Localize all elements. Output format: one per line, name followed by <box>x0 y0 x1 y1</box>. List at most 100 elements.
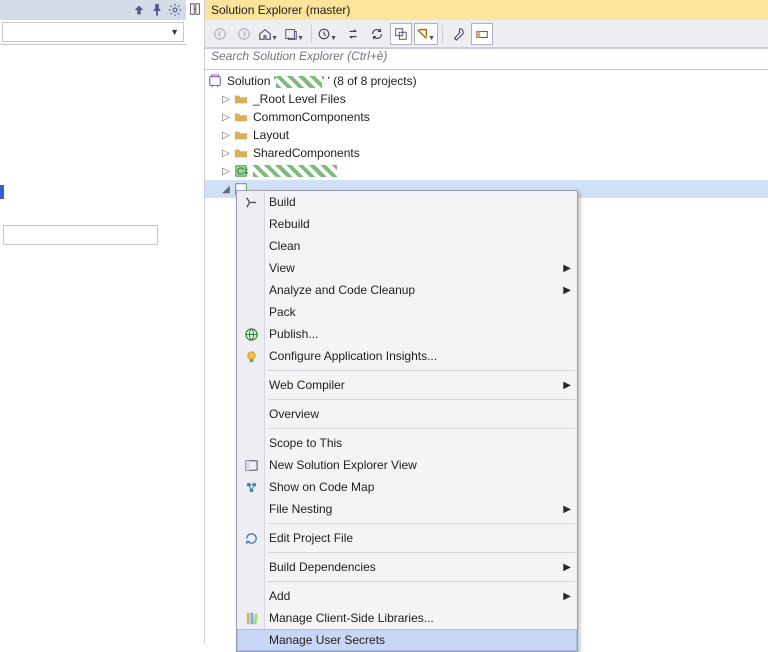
chevron-down-icon: ▼ <box>170 27 179 37</box>
menu-item-publish[interactable]: Publish... <box>237 323 577 345</box>
edit-icon <box>242 529 260 547</box>
collapse-icon[interactable] <box>132 3 146 17</box>
menu-item-label: Configure Application Insights... <box>269 349 437 363</box>
pending-changes-button[interactable] <box>316 23 340 45</box>
menu-item-manage-client-side-libraries[interactable]: Manage Client-Side Libraries... <box>237 607 577 629</box>
gear-icon[interactable] <box>168 3 182 17</box>
solution-icon <box>207 73 223 89</box>
menu-item-add[interactable]: Add ▶ <box>237 585 577 607</box>
left-tool-strip <box>0 0 186 20</box>
project-node[interactable]: ▷ SharedComponents <box>205 144 768 162</box>
menu-item-label: Clean <box>269 239 300 253</box>
project-label: _Root Level Files <box>253 92 346 106</box>
svg-text:C#: C# <box>237 166 248 178</box>
menu-item-label: Show on Code Map <box>269 480 374 494</box>
menu-separator <box>267 552 575 553</box>
search-box[interactable] <box>205 48 768 70</box>
menu-item-analyze-and-code-cleanup[interactable]: Analyze and Code Cleanup▶ <box>237 279 577 301</box>
menu-separator <box>267 399 575 400</box>
project-node[interactable]: ▷ Layout <box>205 126 768 144</box>
properties-button[interactable] <box>447 23 469 45</box>
map-icon <box>242 478 260 496</box>
csproj-icon: C# <box>233 163 249 179</box>
menu-item-file-nesting[interactable]: File Nesting▶ <box>237 498 577 520</box>
switch-view-button[interactable] <box>283 23 307 45</box>
expander-icon[interactable]: ▷ <box>219 94 233 105</box>
solution-label: Solution '' ' (8 of 8 projects) <box>227 74 417 88</box>
forward-button[interactable] <box>233 23 255 45</box>
refresh-button[interactable] <box>366 23 388 45</box>
preview-button[interactable] <box>471 23 493 45</box>
menu-separator <box>267 523 575 524</box>
menu-item-label: Web Compiler <box>269 378 345 392</box>
menu-item-overview[interactable]: Overview <box>237 403 577 425</box>
lib-icon <box>242 609 260 627</box>
project-label: Layout <box>253 128 289 142</box>
menu-item-show-on-code-map[interactable]: Show on Code Map <box>237 476 577 498</box>
menu-item-configure-application-insights[interactable]: Configure Application Insights... <box>237 345 577 367</box>
menu-item-label: Analyze and Code Cleanup <box>269 283 415 297</box>
search-input[interactable] <box>211 49 762 63</box>
project-label: SharedComponents <box>253 146 360 160</box>
menu-item-label: View <box>269 261 295 275</box>
folder-icon <box>233 127 249 143</box>
expander-icon[interactable]: ▷ <box>219 166 233 177</box>
menu-item-label: Manage Client-Side Libraries... <box>269 611 434 625</box>
menu-item-new-solution-explorer-view[interactable]: New Solution Explorer View <box>237 454 577 476</box>
submenu-arrow-icon: ▶ <box>563 562 571 573</box>
bulb-icon <box>242 347 260 365</box>
split-icon <box>188 2 202 16</box>
menu-item-label: Pack <box>269 305 296 319</box>
submenu-arrow-icon: ▶ <box>563 504 571 515</box>
editor-pane: ▼ <box>0 0 186 643</box>
home-button[interactable] <box>257 23 281 45</box>
solution-node[interactable]: Solution '' ' (8 of 8 projects) <box>205 72 768 90</box>
panel-title: Solution Explorer (master) <box>205 0 768 20</box>
menu-item-web-compiler[interactable]: Web Compiler ▶ <box>237 374 577 396</box>
menu-item-view[interactable]: View▶ <box>237 257 577 279</box>
menu-item-label: Publish... <box>269 327 318 341</box>
submenu-arrow-icon: ▶ <box>563 591 571 602</box>
collapse-all-button[interactable] <box>390 23 412 45</box>
menu-item-label: Manage User Secrets <box>269 633 385 647</box>
menu-item-label: Build Dependencies <box>269 560 376 574</box>
project-node[interactable]: ▷ _Root Level Files <box>205 90 768 108</box>
panel-icon <box>242 456 260 474</box>
menu-item-edit-project-file[interactable]: Edit Project File <box>237 527 577 549</box>
folder-icon <box>233 91 249 107</box>
project-label: CommonComponents <box>253 110 370 124</box>
submenu-arrow-icon: ▶ <box>563 380 571 391</box>
context-menu: BuildRebuildCleanView▶Analyze and Code C… <box>236 190 578 652</box>
menu-item-clean[interactable]: Clean <box>237 235 577 257</box>
document-well <box>0 44 186 643</box>
globe-icon <box>242 325 260 343</box>
menu-item-label: Scope to This <box>269 436 342 450</box>
toolbar-separator <box>442 25 443 43</box>
expander-icon[interactable]: ▷ <box>219 148 233 159</box>
pin-icon[interactable] <box>150 3 164 17</box>
menu-item-manage-user-secrets[interactable]: Manage User Secrets <box>237 629 577 651</box>
project-node-redacted[interactable]: ▷ C# <box>205 162 768 180</box>
menu-item-label: Edit Project File <box>269 531 353 545</box>
menu-item-pack[interactable]: Pack <box>237 301 577 323</box>
sync-button[interactable] <box>342 23 364 45</box>
back-button[interactable] <box>209 23 231 45</box>
marker-line <box>0 185 4 199</box>
show-all-files-button[interactable] <box>414 23 438 45</box>
expander-icon[interactable]: ▷ <box>219 130 233 141</box>
menu-item-rebuild[interactable]: Rebuild <box>237 213 577 235</box>
menu-item-build[interactable]: Build <box>237 191 577 213</box>
menu-item-build-dependencies[interactable]: Build Dependencies ▶ <box>237 556 577 578</box>
navigation-dropdown[interactable]: ▼ <box>2 22 184 42</box>
menu-item-label: Build <box>269 195 296 209</box>
expander-icon[interactable]: ◢ <box>219 184 233 195</box>
project-node[interactable]: ▷ CommonComponents <box>205 108 768 126</box>
menu-item-scope-to-this[interactable]: Scope to This <box>237 432 577 454</box>
menu-item-label: Add <box>269 589 290 603</box>
project-name-redacted <box>253 165 337 177</box>
menu-separator <box>267 581 575 582</box>
menu-item-label: New Solution Explorer View <box>269 458 417 472</box>
solution-explorer-toolbar <box>205 20 768 48</box>
splitter[interactable] <box>186 0 204 643</box>
expander-icon[interactable]: ▷ <box>219 112 233 123</box>
